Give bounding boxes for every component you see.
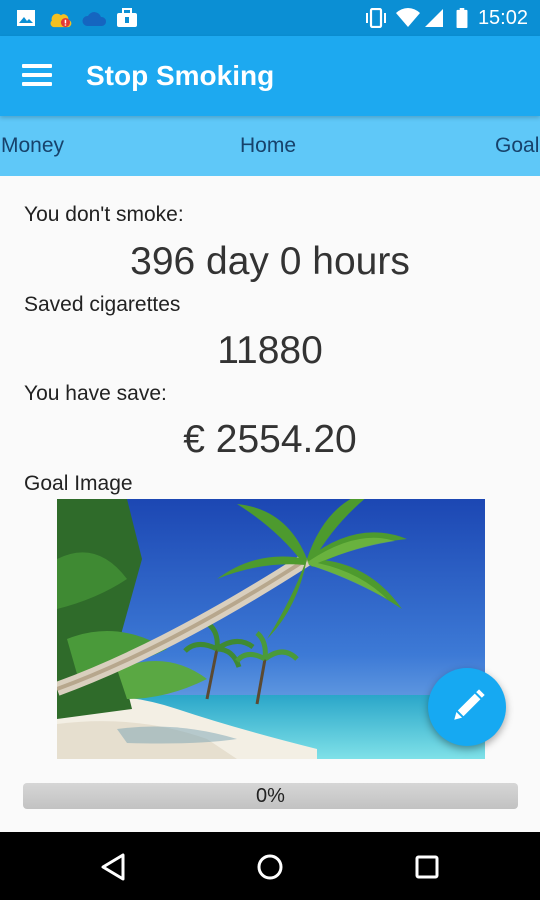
menu-button[interactable] [22,64,54,88]
weather-alert-icon [50,13,72,28]
tab-goal[interactable]: Goal [495,134,539,158]
status-time: 15:02 [477,7,528,29]
goal-image[interactable] [57,499,485,759]
tab-bar: Money Home Goal [0,116,540,176]
signal-icon [425,9,443,27]
status-bar: 15:02 [0,0,540,36]
goal-progress-text: 0% [256,785,285,807]
recents-icon[interactable] [410,850,444,884]
goal-image-label: Goal Image [24,472,133,495]
system-nav-bar [0,832,540,900]
back-icon[interactable] [97,850,131,884]
edit-goal-button[interactable] [428,668,506,746]
saved-money-value: € 2554.20 [183,418,357,461]
no-smoke-value: 396 day 0 hours [130,240,410,283]
app-title: Stop Smoking [86,60,275,91]
home-icon[interactable] [253,850,287,884]
vibrate-icon [366,8,386,28]
goal-progress-bar: 0% [23,783,518,809]
beach-palm-picture [57,499,485,759]
saved-cigarettes-value: 11880 [217,329,323,372]
briefcase-icon [117,8,137,27]
image-icon [17,10,35,26]
saved-money-label: You have save: [24,382,167,405]
saved-cigarettes-label: Saved cigarettes [24,293,181,316]
menu-icon [22,64,52,68]
tab-home[interactable]: Home [240,134,296,158]
pencil-icon [454,689,485,720]
battery-icon [456,8,468,28]
no-smoke-label: You don't smoke: [24,203,184,226]
cloud-icon [82,12,107,26]
app-bar: Stop Smoking [0,36,540,116]
wifi-icon [396,8,420,27]
tab-money[interactable]: Money [1,134,64,158]
